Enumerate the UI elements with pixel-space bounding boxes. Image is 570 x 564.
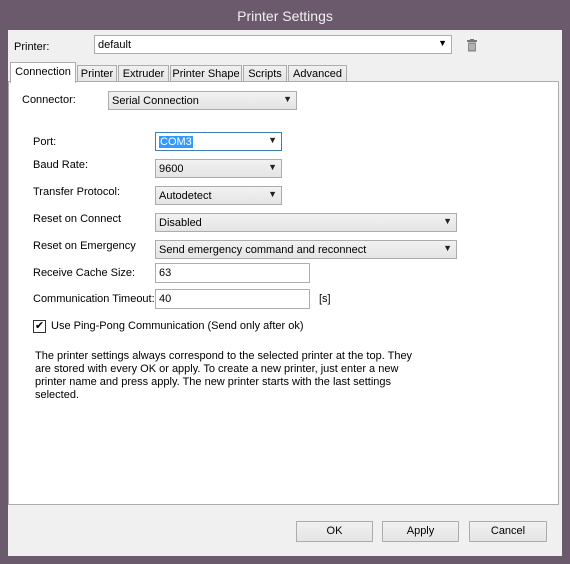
chevron-down-icon: ▼ bbox=[268, 189, 277, 199]
receive-cache-label: Receive Cache Size: bbox=[33, 267, 136, 279]
info-note-line: selected. bbox=[35, 389, 80, 401]
apply-button[interactable]: Apply bbox=[382, 521, 459, 542]
chevron-down-icon: ▼ bbox=[283, 94, 292, 104]
reset-on-emergency-select[interactable]: Send emergency command and reconnect ▼ bbox=[155, 240, 457, 259]
communication-timeout-label: Communication Timeout: bbox=[33, 293, 155, 305]
ping-pong-label[interactable]: Use Ping-Pong Communication (Send only a… bbox=[51, 320, 304, 332]
tab-extruder[interactable]: Extruder bbox=[118, 65, 169, 82]
port-label: Port: bbox=[33, 136, 57, 148]
reset-on-connect-label: Reset on Connect bbox=[33, 213, 122, 225]
connector-label: Connector: bbox=[22, 94, 76, 106]
chevron-down-icon: ▼ bbox=[443, 243, 452, 253]
tab-advanced[interactable]: Advanced bbox=[288, 65, 347, 82]
connection-panel: Connector: Serial Connection ▼ Port: COM… bbox=[8, 81, 559, 505]
chevron-down-icon: ▼ bbox=[268, 135, 277, 145]
baud-rate-select[interactable]: 9600 ▼ bbox=[155, 159, 282, 178]
transfer-protocol-select[interactable]: Autodetect ▼ bbox=[155, 186, 282, 205]
baud-rate-value: 9600 bbox=[159, 163, 184, 175]
transfer-protocol-label: Transfer Protocol: bbox=[33, 186, 121, 198]
cancel-button[interactable]: Cancel bbox=[469, 521, 547, 542]
tab-printer-shape[interactable]: Printer Shape bbox=[170, 65, 242, 82]
printer-select[interactable]: default ▼ bbox=[94, 35, 452, 54]
receive-cache-value: 63 bbox=[159, 267, 172, 279]
connector-select-value: Serial Connection bbox=[112, 95, 199, 107]
reset-on-emergency-label: Reset on Emergency bbox=[33, 240, 136, 252]
tab-scripts[interactable]: Scripts bbox=[243, 65, 287, 82]
printer-settings-window: Printer Settings Printer: default ▼ Conn… bbox=[0, 0, 570, 564]
reset-on-connect-select[interactable]: Disabled ▼ bbox=[155, 213, 457, 232]
timeout-unit-label: [s] bbox=[319, 293, 331, 305]
info-note-line: printer name and press apply. The new pr… bbox=[35, 376, 392, 388]
dialog-client: Printer: default ▼ Connection Printer Ex… bbox=[8, 30, 562, 556]
baud-rate-label: Baud Rate: bbox=[33, 159, 89, 171]
ping-pong-checkbox[interactable]: ✔ bbox=[33, 320, 46, 333]
connector-select[interactable]: Serial Connection ▼ bbox=[108, 91, 297, 110]
chevron-down-icon[interactable]: ▼ bbox=[438, 38, 447, 48]
info-note: The printer settings always correspond t… bbox=[35, 350, 412, 402]
port-select[interactable]: COM3 ▼ bbox=[155, 132, 282, 151]
communication-timeout-input[interactable]: 40 bbox=[155, 289, 310, 309]
chevron-down-icon: ▼ bbox=[268, 162, 277, 172]
receive-cache-input[interactable]: 63 bbox=[155, 263, 310, 283]
ok-button[interactable]: OK bbox=[296, 521, 373, 542]
reset-on-emergency-value: Send emergency command and reconnect bbox=[159, 244, 367, 256]
port-select-value: COM3 bbox=[159, 136, 193, 148]
info-note-line: are stored with every OK or apply. To cr… bbox=[35, 363, 399, 375]
window-title: Printer Settings bbox=[0, 0, 570, 30]
info-note-line: The printer settings always correspond t… bbox=[35, 350, 413, 362]
communication-timeout-value: 40 bbox=[159, 293, 172, 305]
reset-on-connect-value: Disabled bbox=[159, 217, 202, 229]
tab-printer[interactable]: Printer bbox=[77, 65, 117, 82]
printer-label: Printer: bbox=[14, 41, 50, 53]
trash-icon[interactable] bbox=[466, 39, 478, 52]
tab-connection[interactable]: Connection bbox=[10, 62, 76, 83]
transfer-protocol-value: Autodetect bbox=[159, 190, 212, 202]
chevron-down-icon: ▼ bbox=[443, 216, 452, 226]
printer-select-value: default bbox=[98, 39, 132, 51]
